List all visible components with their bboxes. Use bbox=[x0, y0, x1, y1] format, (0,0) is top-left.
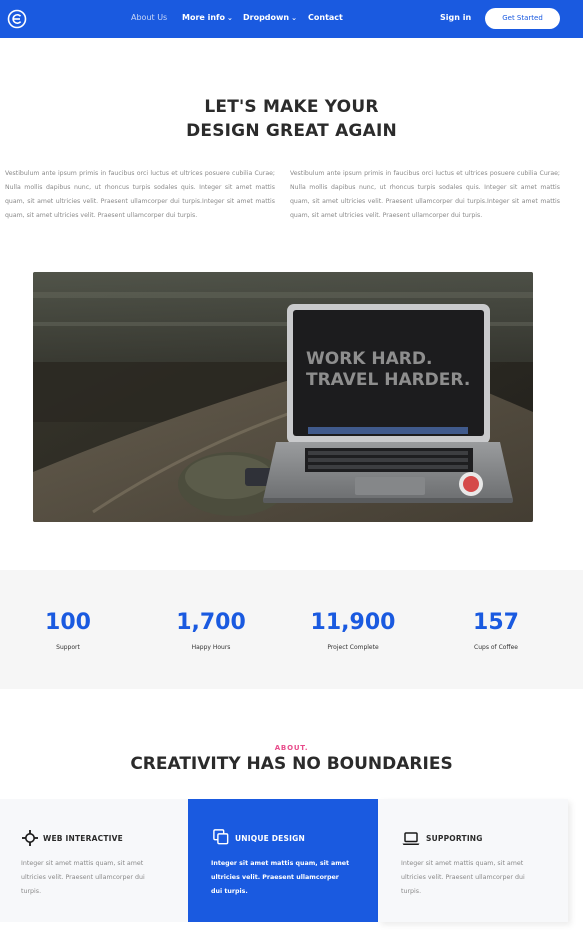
feature-card-supporting[interactable]: SUPPORTING Integer sit amet mattis quam,… bbox=[378, 799, 568, 922]
feature-text: Integer sit amet mattis quam, sit amet u… bbox=[211, 860, 350, 895]
chevron-down-icon: ⌄ bbox=[291, 14, 297, 22]
nav-link-more-info[interactable]: More info ⌄ bbox=[182, 13, 233, 23]
stat-label: Project Complete bbox=[327, 644, 379, 651]
stat-label: Support bbox=[56, 644, 80, 651]
chevron-down-icon: ⌄ bbox=[227, 14, 233, 22]
nav-link-contact[interactable]: Contact bbox=[308, 13, 343, 23]
copy-icon bbox=[213, 829, 229, 845]
feature-text: Integer sit amet mattis quam, sit amet u… bbox=[21, 860, 145, 895]
feature-card-unique-design[interactable]: UNIQUE DESIGN Integer sit amet mattis qu… bbox=[188, 799, 378, 922]
about-title: CREATIVITY HAS NO BOUNDARIES bbox=[130, 754, 453, 774]
laptop-icon bbox=[402, 832, 420, 845]
hero-paragraph-right: Vestibulum ante ipsum primis in faucibus… bbox=[290, 170, 560, 219]
nav-link-about-us[interactable]: About Us bbox=[131, 13, 167, 23]
top-navbar: About Us More info ⌄ Dropdown ⌄ Contact Si… bbox=[0, 0, 583, 38]
hero-title-line2: DESIGN GREAT AGAIN bbox=[186, 121, 397, 141]
nav-link-dropdown-label: Dropdown bbox=[243, 13, 290, 22]
stats-section: 100 Support 1,700 Happy Hours 11,900 Pro… bbox=[0, 570, 583, 689]
stat-value: 11,900 bbox=[310, 610, 396, 635]
feature-title: WEB INTERACTIVE bbox=[43, 834, 123, 843]
stat-happy-hours: 1,700 Happy Hours bbox=[151, 610, 271, 652]
circle-e-logo-icon[interactable] bbox=[7, 9, 27, 29]
stat-support: 100 Support bbox=[8, 610, 128, 652]
sign-in-link[interactable]: Sign in bbox=[440, 13, 471, 23]
stat-value: 100 bbox=[45, 610, 91, 635]
stat-label: Cups of Coffee bbox=[474, 644, 518, 651]
feature-text: Integer sit amet mattis quam, sit amet u… bbox=[401, 860, 525, 895]
feature-card-web-interactive[interactable]: WEB INTERACTIVE Integer sit amet mattis … bbox=[0, 799, 188, 922]
hero-photo: WORK HARD. TRAVEL HARDER. bbox=[33, 272, 533, 522]
crosshair-icon bbox=[22, 830, 38, 846]
nav-link-more-info-label: More info bbox=[182, 13, 226, 22]
stat-label: Happy Hours bbox=[191, 644, 231, 651]
hero-paragraph-left: Vestibulum ante ipsum primis in faucibus… bbox=[5, 170, 275, 219]
hero-title-line1: LET'S MAKE YOUR bbox=[204, 97, 379, 117]
stat-value: 1,700 bbox=[176, 610, 246, 635]
image-text-line1: WORK HARD. bbox=[306, 349, 432, 369]
stat-cups-of-coffee: 157 Cups of Coffee bbox=[436, 610, 556, 652]
image-text-line2: TRAVEL HARDER. bbox=[306, 370, 470, 390]
feature-title: UNIQUE DESIGN bbox=[235, 834, 305, 843]
about-kicker: ABOUT. bbox=[274, 744, 309, 752]
get-started-button[interactable]: Get Started bbox=[485, 8, 560, 29]
stat-project-complete: 11,900 Project Complete bbox=[293, 610, 413, 652]
laptop-on-log-image: WORK HARD. TRAVEL HARDER. bbox=[33, 272, 533, 522]
feature-title: SUPPORTING bbox=[426, 834, 483, 843]
stat-value: 157 bbox=[473, 610, 519, 635]
nav-link-dropdown[interactable]: Dropdown ⌄ bbox=[243, 13, 297, 23]
